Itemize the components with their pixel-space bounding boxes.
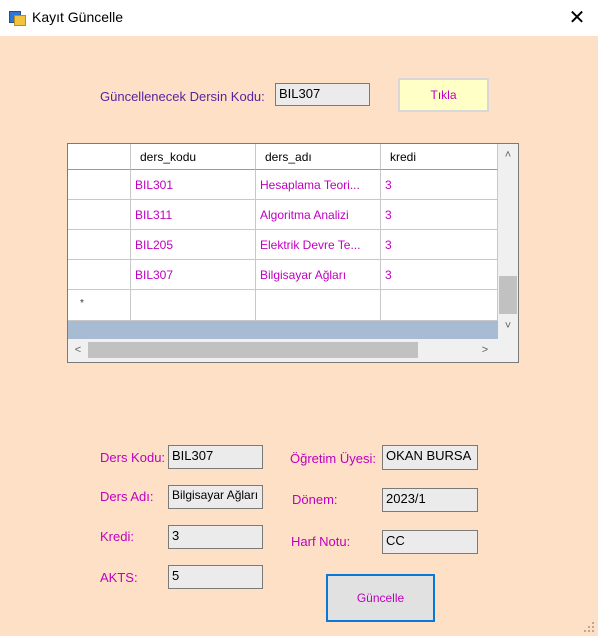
kredi-label: Kredi: — [100, 529, 134, 544]
row-header[interactable] — [68, 200, 131, 230]
harf-notu-field[interactable]: CC — [382, 530, 478, 554]
lookup-label: Güncellenecek Dersin Kodu: — [100, 89, 265, 104]
resize-grip-icon[interactable] — [584, 622, 594, 632]
row-header[interactable] — [68, 230, 131, 260]
cell-ders-kodu[interactable]: BIL205 — [131, 230, 256, 260]
cell-ders-kodu[interactable]: BIL301 — [131, 170, 256, 200]
new-row-cell[interactable] — [381, 290, 498, 321]
new-row-cell[interactable] — [131, 290, 256, 321]
new-row-cell[interactable] — [256, 290, 381, 321]
cell-ders-adi[interactable]: Elektrik Devre Te... — [256, 230, 381, 260]
akts-field[interactable]: 5 — [168, 565, 263, 589]
ogretim-uyesi-field[interactable]: OKAN BURSA — [382, 445, 478, 470]
horizontal-scrollbar[interactable]: < > — [68, 339, 498, 362]
ders-kodu-field[interactable]: BIL307 — [168, 445, 263, 469]
vertical-scrollbar[interactable]: ˄ ˅ — [498, 144, 518, 339]
guncelle-button[interactable]: Güncelle — [326, 574, 435, 622]
close-icon[interactable]: ✕ — [556, 3, 598, 33]
new-row-marker: * — [80, 298, 84, 309]
scroll-right-icon[interactable]: > — [476, 344, 494, 356]
window-title: Kayıt Güncelle — [32, 9, 124, 25]
cell-kredi[interactable]: 3 — [381, 170, 498, 200]
column-header-ders-adi[interactable]: ders_adı — [256, 144, 381, 170]
donem-label: Dönem: — [292, 492, 338, 507]
vertical-scroll-thumb[interactable] — [499, 276, 517, 314]
grid-empty-area — [68, 321, 498, 339]
cell-ders-adi[interactable]: Algoritma Analizi — [256, 200, 381, 230]
new-row-header[interactable]: * — [68, 290, 131, 321]
kredi-field[interactable]: 3 — [168, 525, 263, 549]
form-window-icon — [9, 9, 26, 26]
column-header-ders-kodu[interactable]: ders_kodu — [131, 144, 256, 170]
scroll-left-icon[interactable]: < — [69, 344, 87, 356]
column-header-kredi[interactable]: kredi — [381, 144, 498, 170]
cell-kredi[interactable]: 3 — [381, 230, 498, 260]
cell-ders-adi[interactable]: Hesaplama Teori... — [256, 170, 381, 200]
courses-grid[interactable]: ders_kodu ders_adı kredi BIL301 Hesaplam… — [67, 143, 519, 363]
row-header[interactable] — [68, 260, 131, 290]
row-header[interactable] — [68, 170, 131, 200]
scroll-down-icon[interactable]: ˅ — [499, 320, 517, 332]
scrollbar-corner — [498, 339, 518, 362]
akts-label: AKTS: — [100, 570, 138, 585]
cell-ders-kodu[interactable]: BIL311 — [131, 200, 256, 230]
cell-kredi[interactable]: 3 — [381, 200, 498, 230]
ogretim-uyesi-label: Öğretim Üyesi: — [290, 451, 376, 466]
cell-kredi[interactable]: 3 — [381, 260, 498, 290]
lookup-code-input[interactable]: BIL307 — [275, 83, 370, 106]
title-bar: Kayıt Güncelle ✕ — [0, 0, 598, 36]
cell-ders-kodu[interactable]: BIL307 — [131, 260, 256, 290]
horizontal-scroll-thumb[interactable] — [88, 342, 418, 358]
ders-kodu-label: Ders Kodu: — [100, 450, 166, 465]
ders-adi-field[interactable]: Bilgisayar Ağları — [168, 485, 263, 509]
ders-adi-label: Ders Adı: — [100, 489, 154, 504]
row-header-corner — [68, 144, 131, 170]
scroll-up-icon[interactable]: ˄ — [499, 149, 517, 161]
cell-ders-adi[interactable]: Bilgisayar Ağları — [256, 260, 381, 290]
donem-field[interactable]: 2023/1 — [382, 488, 478, 512]
harf-notu-label: Harf Notu: — [291, 534, 351, 549]
tikla-button[interactable]: Tıkla — [398, 78, 489, 112]
